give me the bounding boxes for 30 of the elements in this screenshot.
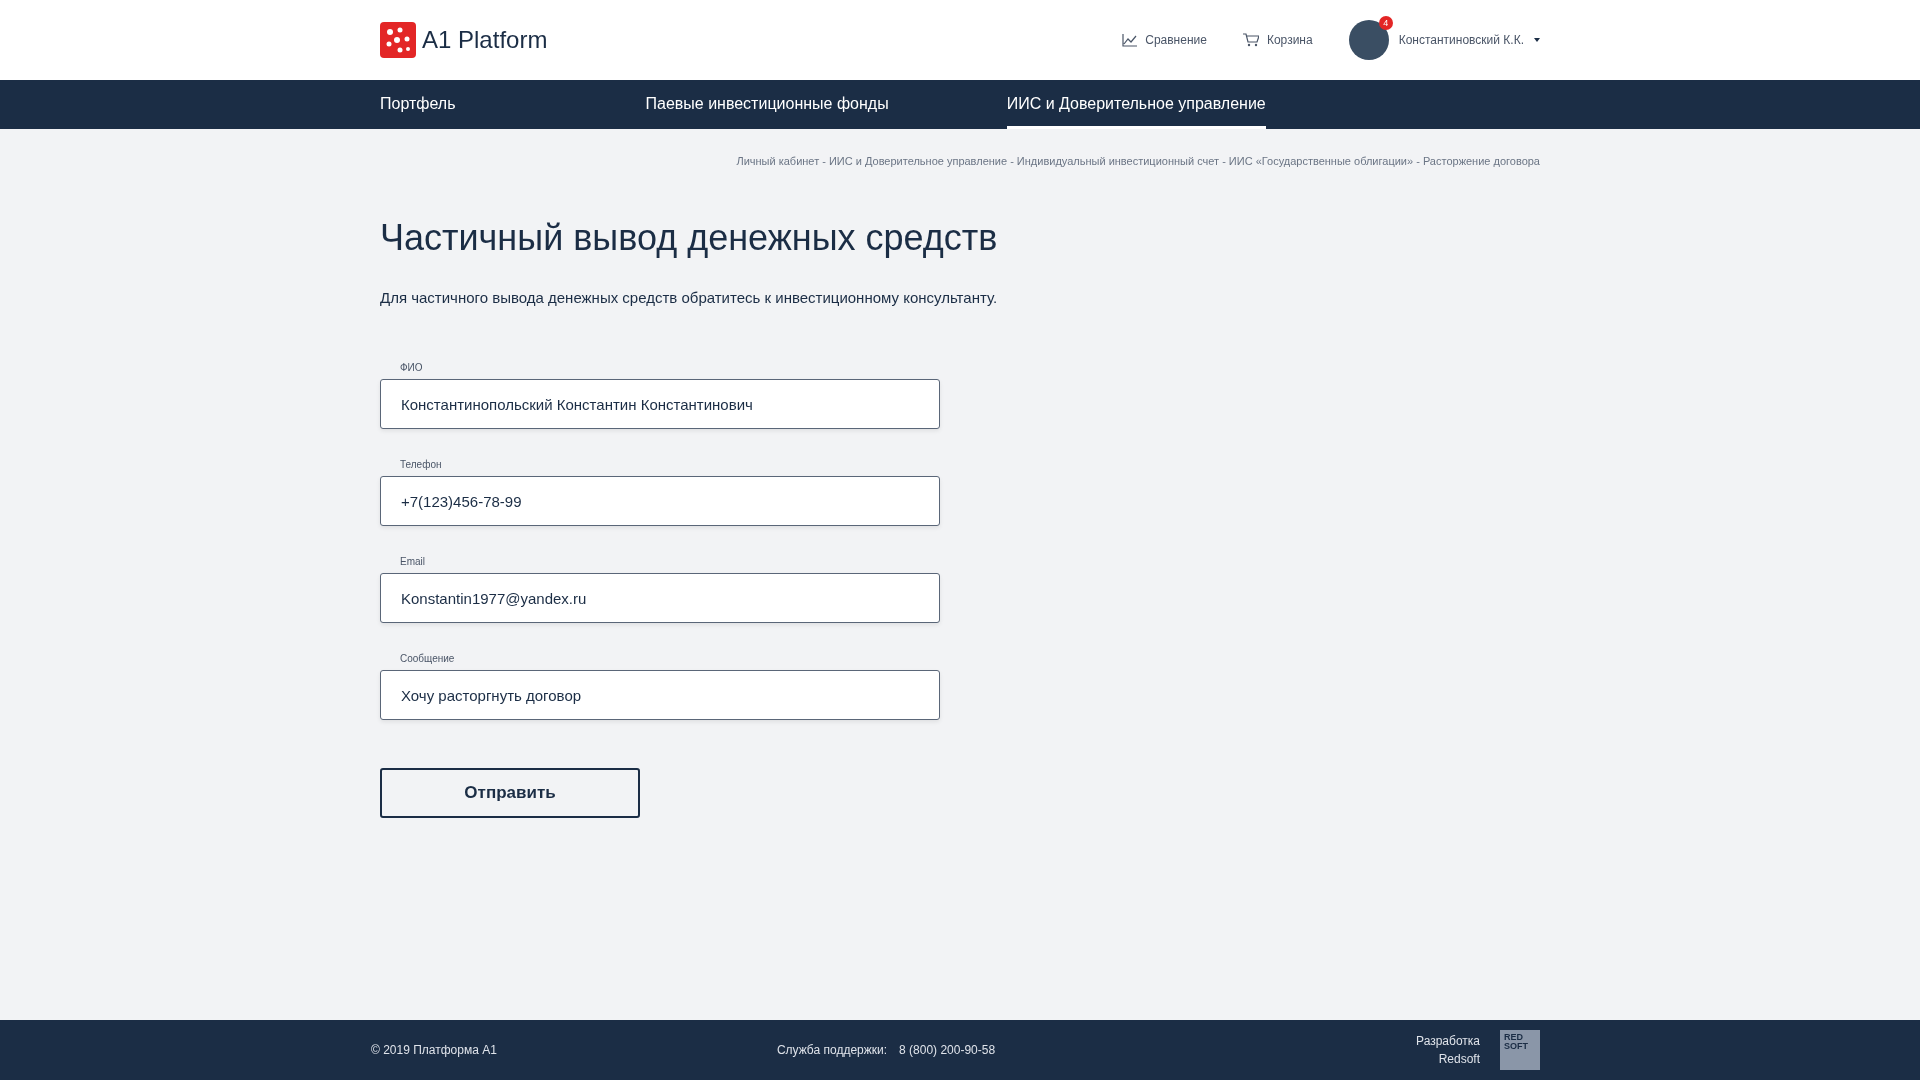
copyright: © 2019 Платформа А1 bbox=[371, 1043, 497, 1057]
submit-button[interactable]: Отправить bbox=[380, 768, 640, 818]
nav-tab[interactable]: Портфель bbox=[380, 80, 456, 129]
caret-icon[interactable] bbox=[1534, 38, 1540, 42]
nav-tab[interactable]: Паевые инвестиционные фонды bbox=[645, 80, 889, 129]
input-field[interactable]: Konstantin1977@yandex.ru bbox=[380, 573, 940, 623]
notification-badge: 4 bbox=[1378, 16, 1393, 30]
support-label: Служба поддержки: bbox=[776, 1043, 888, 1057]
cart-icon bbox=[1242, 33, 1259, 47]
logo-text: A1 Platform bbox=[422, 26, 548, 54]
field-label: ФИО bbox=[400, 362, 424, 373]
logo-icon bbox=[380, 22, 416, 58]
field-label: Email bbox=[400, 556, 426, 567]
developer-logo[interactable]: RED SOFT bbox=[1500, 1030, 1540, 1070]
nav-tab[interactable]: ИИС и Доверительное управление bbox=[1006, 80, 1266, 129]
support-phone: 8 (800) 200-90-58 bbox=[899, 1043, 996, 1057]
input-field[interactable]: Хочу расторгнуть договор bbox=[380, 670, 940, 720]
chart-icon bbox=[1122, 33, 1138, 47]
header-link[interactable]: Корзина bbox=[1242, 33, 1313, 47]
input-field[interactable]: Константинопольский Константин Константинович bbox=[380, 379, 940, 429]
user-name[interactable]: Константиновский К.К. bbox=[1398, 33, 1524, 47]
field-label: Телефон bbox=[400, 459, 443, 470]
breadcrumbs: Личный кабинет - ИИС и Доверительное управление - Индивидуальный инвестиционный счет - ИИС «Государственные облигации» - Расторжение договора bbox=[736, 155, 1540, 167]
avatar[interactable] bbox=[1348, 20, 1389, 60]
field-label: Сообщение bbox=[400, 653, 456, 664]
developer-credit: Разработка Redsoft bbox=[1416, 1033, 1480, 1068]
page-title: Частичный вывод денежных средств bbox=[380, 217, 999, 259]
header-link[interactable]: Сравнение bbox=[1122, 33, 1207, 47]
input-field[interactable]: +7(123)456-78-99 bbox=[380, 476, 940, 526]
description: Для частичного вывода денежных средств обратитесь к инвестиционному консультанту. bbox=[380, 289, 999, 306]
